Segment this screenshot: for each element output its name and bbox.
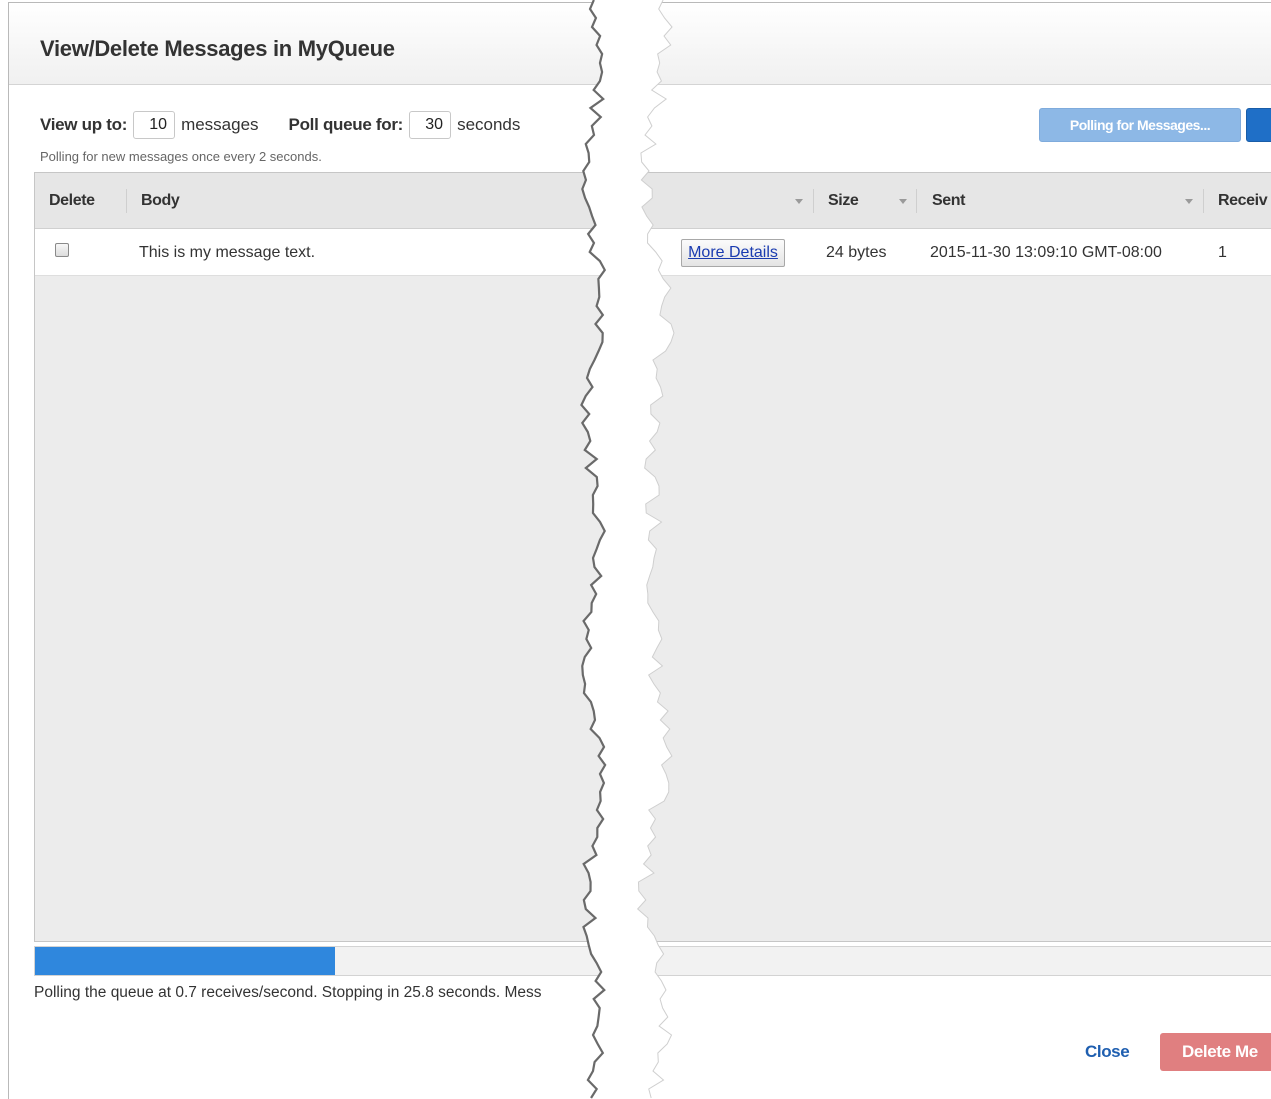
poll-queue-label: Poll queue for:: [288, 115, 404, 134]
delete-checkbox[interactable]: [55, 243, 69, 257]
body-sort-caret-icon[interactable]: [795, 199, 803, 204]
polling-status-text: Polling the queue at 0.7 receives/second…: [34, 984, 542, 1001]
stop-polling-button[interactable]: [1246, 108, 1271, 142]
column-header-size[interactable]: Size: [828, 173, 859, 229]
dialog-title: View/Delete Messages in MyQueue: [40, 36, 395, 61]
message-receive-count: 1: [1218, 243, 1227, 261]
delete-messages-button[interactable]: Delete Me: [1160, 1033, 1271, 1071]
view-up-to-label: View up to:: [40, 115, 128, 134]
seconds-unit-label: seconds: [457, 115, 521, 134]
column-header-sent[interactable]: Sent: [932, 173, 965, 229]
messages-table: Delete Body Size Sent Receiv This is my …: [34, 172, 1271, 942]
column-header-receives[interactable]: Receiv: [1218, 173, 1268, 229]
table-header: Delete Body Size Sent Receiv: [35, 173, 1271, 229]
sent-sort-caret-icon[interactable]: [1185, 199, 1193, 204]
polling-progress-bar: [34, 946, 1271, 976]
dialog-title-bar: View/Delete Messages in MyQueue: [9, 3, 1271, 85]
message-size: 24 bytes: [826, 243, 887, 261]
column-divider: [1203, 189, 1204, 213]
size-sort-caret-icon[interactable]: [899, 199, 907, 204]
table-row: This is my message text. More Details 24…: [35, 229, 1271, 276]
screenshot-stage: View/Delete Messages in MyQueue View up …: [0, 0, 1271, 1099]
close-button[interactable]: Close: [1085, 1042, 1130, 1062]
column-header-delete[interactable]: Delete: [49, 173, 95, 229]
messages-unit-label: messages: [181, 115, 259, 134]
message-sent-time: 2015-11-30 13:09:10 GMT-08:00: [930, 243, 1162, 261]
polling-controls: View up to: messages Poll queue for: sec…: [40, 110, 520, 140]
column-header-body[interactable]: Body: [141, 173, 180, 229]
column-divider: [916, 189, 917, 213]
poll-duration-input[interactable]: [409, 111, 452, 139]
more-details-button[interactable]: More Details: [681, 239, 785, 267]
message-body: This is my message text.: [139, 243, 316, 261]
polling-progress-fill: [35, 947, 336, 975]
view-count-input[interactable]: [133, 111, 176, 139]
column-divider: [126, 189, 127, 213]
polling-for-messages-button[interactable]: Polling for Messages...: [1039, 108, 1241, 142]
column-divider: [813, 189, 814, 213]
polling-interval-note: Polling for new messages once every 2 se…: [40, 149, 322, 164]
